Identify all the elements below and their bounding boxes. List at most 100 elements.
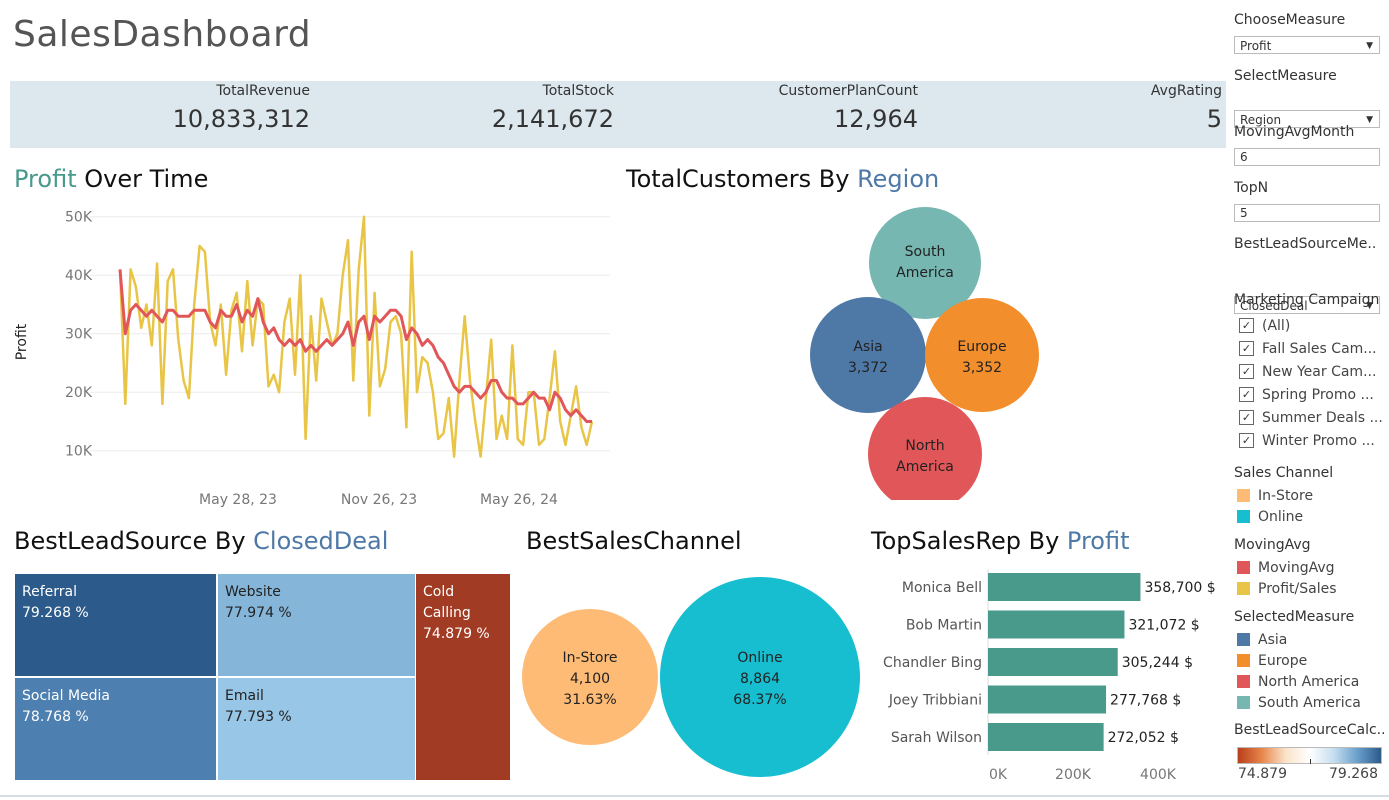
bubble-pct: 31.63% bbox=[563, 692, 616, 708]
bubble-label: Europe bbox=[957, 339, 1006, 355]
bar[interactable] bbox=[988, 685, 1107, 714]
legend-item[interactable]: MovingAvg bbox=[1234, 557, 1337, 578]
moving-avg-legend: MovingAvg Profit/Sales bbox=[1234, 557, 1337, 599]
legend-label: South America bbox=[1258, 694, 1361, 711]
checkbox-checked-icon[interactable]: ✓ bbox=[1239, 433, 1254, 448]
bubble-value: 3,352 bbox=[962, 360, 1002, 376]
bubble-label: America bbox=[896, 459, 954, 475]
choose-measure-dropdown[interactable]: Profit ▼ bbox=[1234, 36, 1380, 54]
top-sales-rep-bar-chart[interactable]: Monica Bell 358,700 $ Bob Martin 321,072 $ C… bbox=[870, 565, 1225, 790]
moving-avg-month-title: MovingAvgMonth bbox=[1234, 124, 1355, 140]
choose-measure-title: ChooseMeasure bbox=[1234, 12, 1346, 28]
legend-item[interactable]: Asia bbox=[1234, 629, 1361, 650]
option-label: Spring Promo ... bbox=[1262, 386, 1374, 403]
bubble-pct: 68.37% bbox=[733, 692, 786, 708]
bubble-label: South bbox=[905, 244, 946, 260]
campaign-option[interactable]: ✓ Fall Sales Cam... bbox=[1234, 337, 1389, 360]
bar-value-label: 358,700 $ bbox=[1144, 580, 1215, 596]
kpi-label: TotalStock bbox=[542, 83, 614, 99]
option-label: Summer Deals ... bbox=[1262, 409, 1383, 426]
kpi-avg-rating: AvgRating 5 bbox=[918, 81, 1222, 148]
lead-source-title: BestLeadSource By ClosedDeal bbox=[14, 527, 388, 555]
gradient-legend-title: BestLeadSourceCalc.. bbox=[1234, 722, 1384, 738]
legend-label: Europe bbox=[1258, 652, 1308, 669]
bar[interactable] bbox=[988, 648, 1118, 676]
kpi-total-stock: TotalStock 2,141,672 bbox=[310, 81, 614, 148]
bar[interactable] bbox=[988, 573, 1141, 601]
bar[interactable] bbox=[988, 723, 1104, 751]
title-measure: Profit bbox=[1066, 527, 1130, 555]
x-tick-label: May 28, 23 bbox=[199, 492, 277, 508]
filter-sidebar: ChooseMeasure Profit ▼ SelectMeasure Regi… bbox=[1234, 0, 1389, 782]
campaign-option[interactable]: ✓ (All) bbox=[1234, 314, 1389, 337]
chevron-down-icon: ▼ bbox=[1366, 41, 1373, 51]
cell-name: Cold bbox=[423, 584, 455, 600]
legend-item[interactable]: North America bbox=[1234, 671, 1361, 692]
bar[interactable] bbox=[988, 610, 1125, 639]
option-label: Fall Sales Cam... bbox=[1262, 340, 1377, 357]
checkbox-checked-icon[interactable]: ✓ bbox=[1239, 318, 1254, 333]
region-bubble-chart[interactable]: South America Asia 3,372 Europe 3,352 No… bbox=[800, 200, 1050, 500]
legend-swatch bbox=[1237, 510, 1250, 523]
legend-item[interactable]: Online bbox=[1234, 506, 1313, 527]
bubble-asia[interactable] bbox=[810, 297, 926, 413]
campaign-option[interactable]: ✓ Spring Promo ... bbox=[1234, 383, 1389, 406]
legend-swatch bbox=[1237, 489, 1250, 502]
legend-item[interactable]: Profit/Sales bbox=[1234, 578, 1337, 599]
top-n-input[interactable]: 5 bbox=[1234, 204, 1380, 222]
cell-pct: 77.793 % bbox=[225, 709, 292, 725]
title-prefix: TopSalesRep By bbox=[871, 527, 1067, 555]
moving-avg-legend-title: MovingAvg bbox=[1234, 537, 1311, 553]
campaign-option[interactable]: ✓ Summer Deals ... bbox=[1234, 406, 1389, 429]
option-label: Winter Promo ... bbox=[1262, 432, 1375, 449]
bubble-label: In-Store bbox=[562, 650, 617, 666]
legend-swatch bbox=[1237, 561, 1250, 574]
legend-label: Profit/Sales bbox=[1258, 580, 1337, 597]
campaign-option[interactable]: ✓ New Year Cam... bbox=[1234, 360, 1389, 383]
cell-pct: 79.268 % bbox=[22, 605, 89, 621]
gradient-midpoint-tick bbox=[1310, 759, 1311, 764]
campaign-option[interactable]: ✓ Winter Promo ... bbox=[1234, 429, 1389, 452]
legend-label: Asia bbox=[1258, 631, 1288, 648]
legend-item[interactable]: Europe bbox=[1234, 650, 1361, 671]
treemap-cell-website[interactable]: Website 77.974 % bbox=[217, 573, 416, 677]
sales-channel-legend: In-Store Online bbox=[1234, 485, 1313, 527]
legend-item[interactable]: South America bbox=[1234, 692, 1361, 713]
best-lead-measure-title: BestLeadSourceMe.. bbox=[1234, 236, 1377, 252]
profit-line-chart[interactable]: 10K 20K 30K 40K 50K Profit May 28, 23 Nov 26, 2… bbox=[10, 205, 610, 515]
lead-source-treemap[interactable]: Referral 79.268 % Website 77.974 % Socia… bbox=[14, 573, 511, 781]
treemap-cell-social-media[interactable]: Social Media 78.768 % bbox=[14, 677, 217, 781]
kpi-value: 5 bbox=[1206, 105, 1222, 133]
checkbox-checked-icon[interactable]: ✓ bbox=[1239, 364, 1254, 379]
legend-swatch bbox=[1237, 696, 1250, 709]
profit-over-time-title: Profit Over Time bbox=[14, 165, 208, 193]
checkbox-checked-icon[interactable]: ✓ bbox=[1239, 410, 1254, 425]
legend-item[interactable]: In-Store bbox=[1234, 485, 1313, 506]
checkbox-checked-icon[interactable]: ✓ bbox=[1239, 341, 1254, 356]
bubble-value: 4,100 bbox=[570, 671, 610, 687]
moving-avg-month-input[interactable]: 6 bbox=[1234, 148, 1380, 166]
bar-value-label: 305,244 $ bbox=[1122, 655, 1193, 671]
kpi-customer-plan-count: CustomerPlanCount 12,964 bbox=[614, 81, 918, 148]
y-tick-label: 30K bbox=[65, 327, 93, 343]
legend-swatch bbox=[1237, 654, 1250, 667]
chevron-down-icon: ▼ bbox=[1366, 115, 1373, 125]
bubble-europe[interactable] bbox=[925, 298, 1039, 412]
legend-label: MovingAvg bbox=[1258, 559, 1335, 576]
treemap-cell-email[interactable]: Email 77.793 % bbox=[217, 677, 416, 781]
bubble-value: 3,372 bbox=[848, 360, 888, 376]
top-sales-rep-title: TopSalesRep By Profit bbox=[871, 527, 1130, 555]
kpi-value: 10,833,312 bbox=[172, 105, 310, 133]
sales-channel-bubble-chart[interactable]: In-Store 4,100 31.63% Online 8,864 68.37… bbox=[515, 570, 865, 785]
treemap-cell-cold-calling[interactable]: Cold Calling 74.879 % bbox=[415, 573, 511, 781]
bar-category-label: Bob Martin bbox=[906, 618, 982, 634]
checkbox-checked-icon[interactable]: ✓ bbox=[1239, 387, 1254, 402]
bar-value-label: 321,072 $ bbox=[1128, 618, 1199, 634]
bar-value-label: 272,052 $ bbox=[1108, 730, 1179, 746]
bubble-label: Asia bbox=[853, 339, 882, 355]
gradient-legend-bar bbox=[1237, 747, 1382, 764]
x-tick-label: 0K bbox=[989, 767, 1008, 783]
sales-channel-title: BestSalesChannel bbox=[526, 527, 742, 555]
treemap-cell-referral[interactable]: Referral 79.268 % bbox=[14, 573, 217, 677]
legend-label: Online bbox=[1258, 508, 1304, 525]
